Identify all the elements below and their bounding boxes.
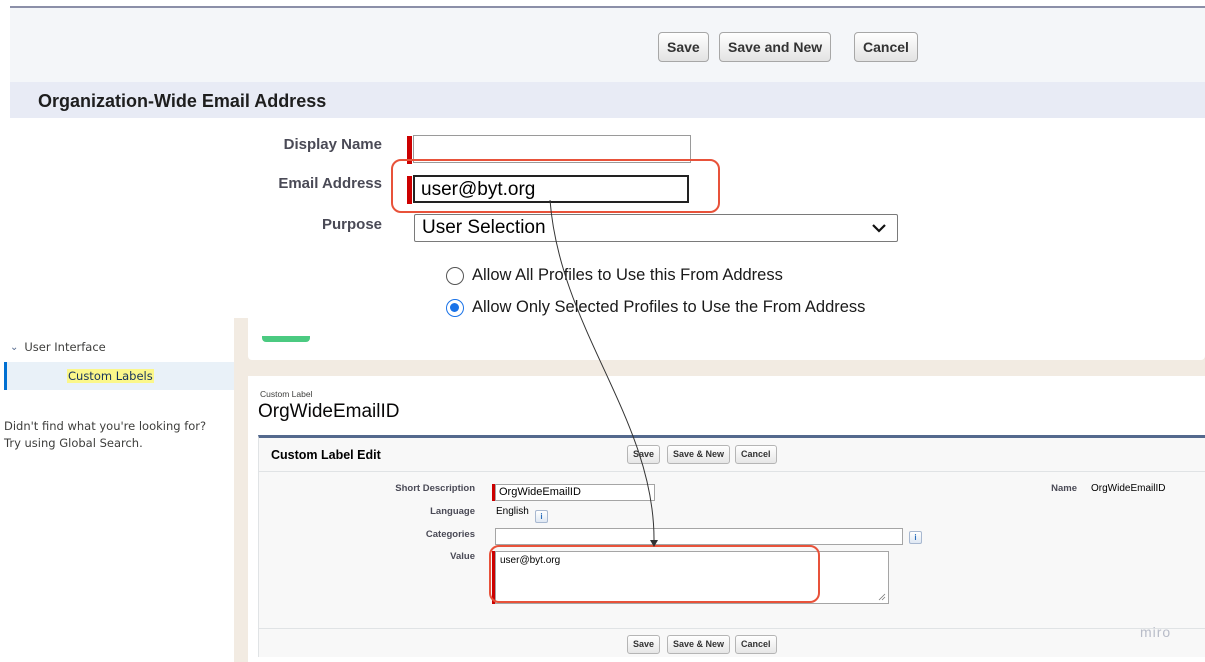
short-description-label: Short Description [395,483,475,494]
tree-item-custom-labels[interactable]: Custom Labels [4,362,234,390]
cancel-button-bottom[interactable]: Cancel [735,635,777,654]
help-line-1: Didn't find what you're looking for? [4,419,207,433]
save-button[interactable]: Save [627,445,661,464]
required-indicator [407,136,412,164]
tree-node-label: User Interface [24,340,106,354]
value-textarea[interactable]: user@byt.org [495,551,889,604]
tree-node-user-interface[interactable]: ⌄ User Interface [10,340,106,354]
language-value: English [496,506,529,517]
email-address-label: Email Address [278,175,382,192]
tree-item-label: Custom Labels [67,369,154,383]
categories-input[interactable] [495,528,903,545]
custom-label-card: Custom Label OrgWideEmailID Custom Label… [248,376,1205,662]
short-description-input[interactable]: OrgWideEmailID [495,484,655,501]
cancel-button[interactable]: Cancel [735,445,777,464]
radio-label: Allow Only Selected Profiles to Use the … [472,298,866,316]
display-name-label: Display Name [283,136,382,153]
info-icon[interactable]: i [535,510,548,523]
language-label: Language [430,506,475,517]
name-label: Name [1051,483,1077,494]
cancel-button[interactable]: Cancel [854,32,918,62]
custom-label-edit-panel: Custom Label Edit Save Save & New Cancel… [258,435,1205,657]
help-line-2: Try using Global Search. [4,436,143,450]
edit-panel-title: Custom Label Edit [271,448,381,462]
purpose-value: User Selection [422,217,546,238]
save-and-new-button[interactable]: Save & New [667,445,731,464]
radio-option-selected-profiles[interactable]: Allow Only Selected Profiles to Use the … [446,298,865,317]
org-wide-email-panel: Save Save and New Cancel Organization-Wi… [10,6,1205,318]
value-label: Value [450,551,475,562]
value-text: user@byt.org [500,555,561,566]
upper-card-remnant [248,318,1205,360]
resize-grip-icon[interactable] [878,593,886,601]
green-button-remnant[interactable] [262,336,310,342]
save-and-new-button-bottom[interactable]: Save & New [667,635,731,654]
chevron-down-icon [872,224,886,233]
display-name-input[interactable] [413,135,691,163]
categories-label: Categories [425,529,475,540]
record-title: OrgWideEmailID [258,401,400,422]
save-button-bottom[interactable]: Save [627,635,661,654]
radio-button[interactable] [446,266,464,285]
radio-button-selected[interactable] [446,298,464,317]
edit-panel-header: Custom Label Edit Save Save & New Cancel [259,438,1205,472]
purpose-label: Purpose [321,216,382,233]
save-button[interactable]: Save [658,32,709,62]
purpose-select[interactable]: User Selection [414,214,898,242]
section-title: Organization-Wide Email Address [38,91,327,111]
miro-watermark: miro [1140,624,1172,640]
save-and-new-button[interactable]: Save and New [719,32,832,62]
email-address-input[interactable]: user@byt.org [413,175,689,203]
section-header: Organization-Wide Email Address [10,82,1205,118]
info-icon[interactable]: i [909,531,922,544]
radio-label: Allow All Profiles to Use this From Addr… [472,266,783,284]
button-bar: Save Save and New Cancel [10,8,1205,82]
chevron-down-icon: ⌄ [10,341,19,353]
help-text: Didn't find what you're looking for? Try… [4,418,230,452]
footer-divider [259,628,1205,629]
record-type-label: Custom Label [260,389,313,399]
name-value: OrgWideEmailID [1091,483,1166,494]
required-indicator [407,176,412,204]
radio-option-all-profiles[interactable]: Allow All Profiles to Use this From Addr… [446,266,783,285]
